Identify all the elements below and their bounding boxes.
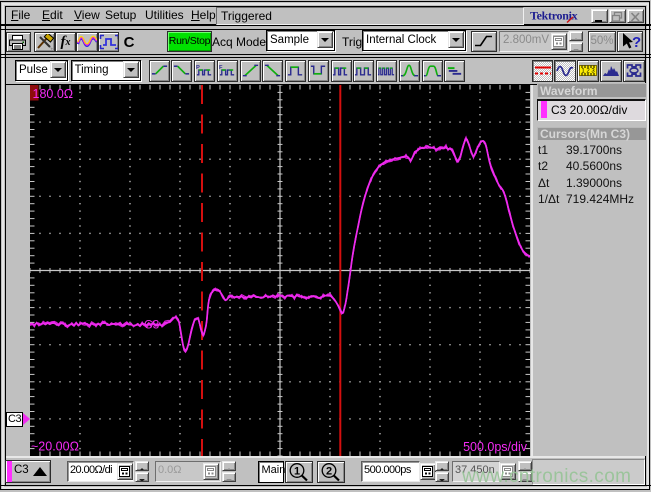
svg-text:Tektronix: Tektronix [530,8,578,22]
svg-text:1: 1 [294,465,300,477]
svg-text:500.0ps/div: 500.0ps/div [463,440,528,454]
svg-text:C3: C3 [144,318,160,332]
svg-text:2: 2 [326,465,332,477]
svg-text:~20.00Ω: ~20.00Ω [31,440,79,454]
svg-text:180.0Ω: 180.0Ω [33,87,74,101]
svg-text:?: ? [632,34,641,51]
svg-text:1 2 3: 1 2 3 [582,69,596,75]
